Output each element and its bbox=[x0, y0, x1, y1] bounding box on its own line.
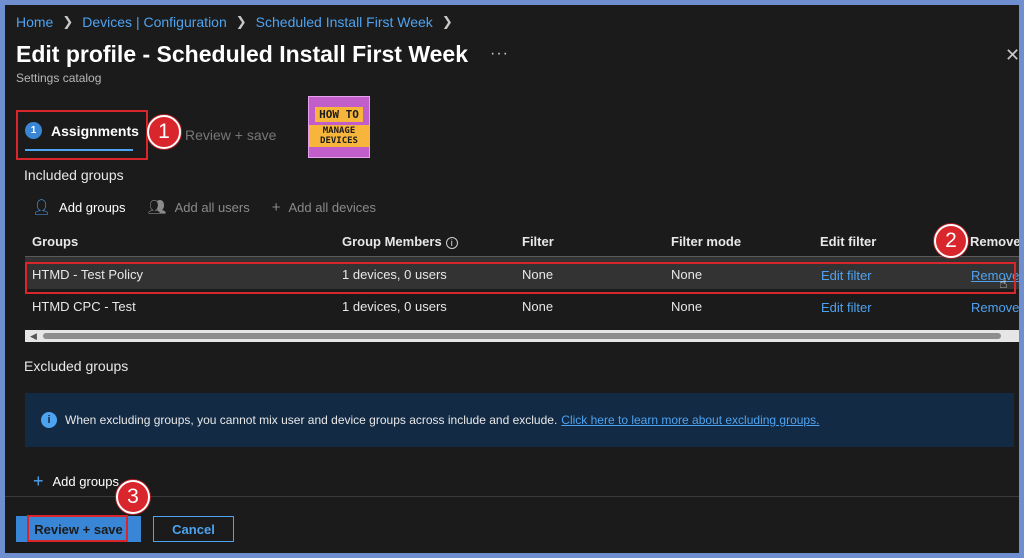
chevron-right-icon: ❯ bbox=[235, 14, 247, 29]
remove-link[interactable]: Remove bbox=[971, 300, 1019, 315]
add-all-users-label: Add all users bbox=[174, 199, 250, 215]
callout-badge-2: 2 bbox=[934, 224, 968, 258]
column-header-group-members: Group Members i bbox=[342, 234, 458, 249]
logo-line-1: HOW TO bbox=[315, 107, 363, 122]
add-groups-button[interactable]: 👤︎ Add groups bbox=[32, 198, 126, 216]
add-excluded-groups-button[interactable]: + Add groups bbox=[33, 471, 119, 492]
tab-assignments[interactable]: 1 Assignments bbox=[25, 122, 139, 139]
edit-profile-panel: Home ❯ Devices | Configuration ❯ Schedul… bbox=[5, 5, 1019, 553]
column-header-edit-filter: Edit filter bbox=[820, 234, 877, 249]
cell-filter-mode: None bbox=[671, 299, 703, 314]
add-all-devices-button[interactable]: + Add all devices bbox=[272, 199, 376, 216]
plus-icon: + bbox=[271, 198, 281, 216]
ellipsis-icon[interactable]: ··· bbox=[490, 45, 509, 63]
info-icon[interactable]: i bbox=[445, 237, 458, 249]
add-excluded-groups-label: Add groups bbox=[52, 474, 120, 489]
step-number-icon: 1 bbox=[25, 122, 42, 139]
info-icon: i bbox=[41, 412, 57, 428]
close-icon[interactable]: ✕ bbox=[1005, 45, 1019, 66]
callout-badge-1: 1 bbox=[147, 115, 181, 149]
scrollbar-thumb[interactable] bbox=[43, 333, 1001, 339]
cell-members: 1 devices, 0 users bbox=[342, 299, 447, 314]
breadcrumb: Home ❯ Devices | Configuration ❯ Schedul… bbox=[16, 14, 462, 30]
breadcrumb-profile[interactable]: Scheduled Install First Week bbox=[256, 14, 433, 30]
review-save-highlight bbox=[27, 515, 128, 542]
excluded-groups-title: Excluded groups bbox=[24, 358, 129, 374]
callout-badge-3: 3 bbox=[116, 480, 150, 514]
scroll-left-icon[interactable]: ◀ bbox=[30, 330, 37, 342]
cell-group: HTMD CPC - Test bbox=[32, 299, 136, 314]
breadcrumb-home[interactable]: Home bbox=[16, 14, 53, 30]
tab-assignments-label: Assignments bbox=[51, 122, 139, 139]
logo-line-2: MANAGE DEVICES bbox=[309, 125, 369, 147]
tab-review-save[interactable]: Review + save bbox=[185, 127, 276, 143]
learn-more-link[interactable]: Click here to learn more about excluding… bbox=[561, 413, 819, 427]
cancel-button[interactable]: Cancel bbox=[153, 516, 234, 542]
plus-icon: + bbox=[33, 471, 44, 491]
users-icon: 👥︎ bbox=[147, 199, 167, 216]
breadcrumb-devices-configuration[interactable]: Devices | Configuration bbox=[82, 14, 226, 30]
htmd-logo: HOW TO MANAGE DEVICES bbox=[308, 96, 370, 158]
column-header-group-members-label: Group Members bbox=[342, 234, 442, 249]
page-title: Edit profile - Scheduled Install First W… bbox=[16, 41, 468, 67]
page-subtitle: Settings catalog bbox=[16, 71, 102, 85]
add-user-icon: 👤︎ bbox=[32, 199, 52, 216]
column-header-remove: Remove bbox=[970, 234, 1019, 249]
column-header-filter: Filter bbox=[522, 234, 554, 249]
chevron-right-icon: ❯ bbox=[441, 14, 453, 29]
add-all-devices-label: Add all devices bbox=[288, 199, 376, 215]
cell-filter: None bbox=[522, 299, 554, 314]
add-groups-label: Add groups bbox=[59, 199, 126, 215]
included-toolbar: 👤︎ Add groups 👥︎ Add all users + Add all… bbox=[32, 198, 398, 217]
hand-cursor-icon: ☝︎ bbox=[999, 275, 1008, 291]
row-highlight bbox=[25, 262, 1016, 294]
column-header-filter-mode: Filter mode bbox=[671, 234, 742, 249]
info-banner-text: When excluding groups, you cannot mix us… bbox=[65, 413, 558, 427]
info-banner: i When excluding groups, you cannot mix … bbox=[25, 393, 1014, 447]
add-all-users-button[interactable]: 👥︎ Add all users bbox=[148, 198, 250, 216]
horizontal-scrollbar[interactable]: ◀ bbox=[25, 330, 1019, 342]
footer-divider bbox=[5, 496, 1019, 497]
edit-filter-link[interactable]: Edit filter bbox=[821, 300, 872, 315]
active-tab-underline bbox=[25, 149, 133, 151]
column-header-groups: Groups bbox=[32, 234, 79, 249]
included-groups-title: Included groups bbox=[24, 167, 124, 183]
table-header: Groups Group Members i Filter Filter mode… bbox=[25, 230, 1019, 256]
chevron-right-icon: ❯ bbox=[62, 14, 74, 29]
